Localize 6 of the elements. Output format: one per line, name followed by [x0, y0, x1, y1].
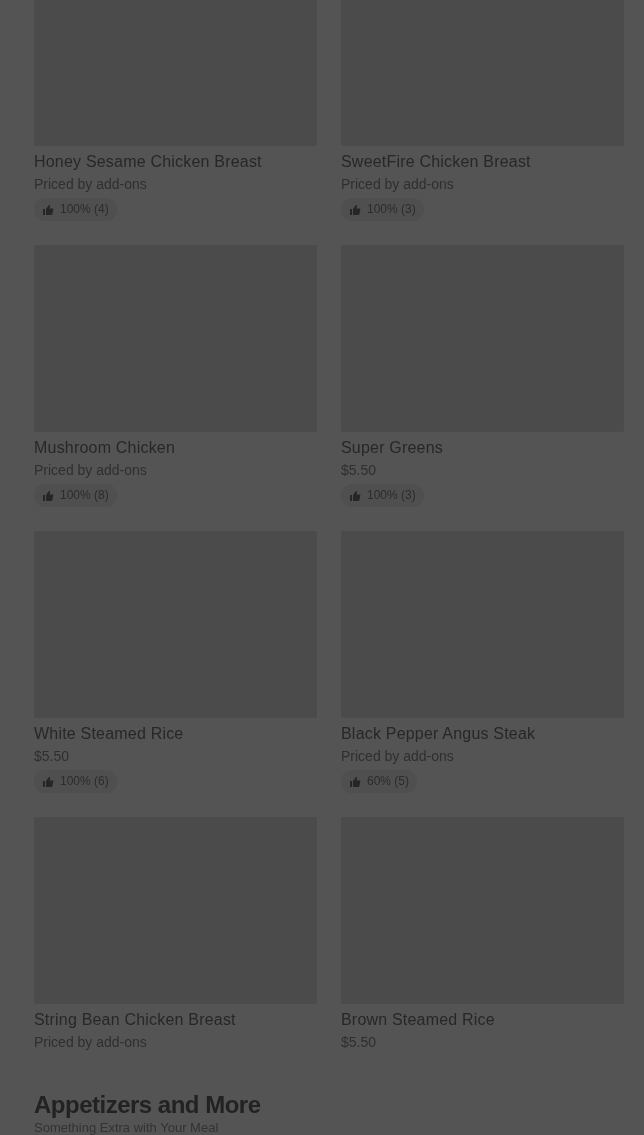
thumbs-up-icon [349, 203, 361, 216]
thumbs-up-icon [42, 775, 54, 788]
thumbs-up-icon [42, 203, 54, 216]
thumbs-up-icon [349, 489, 361, 502]
thumbs-up-icon [349, 775, 361, 788]
thumbs-up-icon [42, 489, 54, 502]
